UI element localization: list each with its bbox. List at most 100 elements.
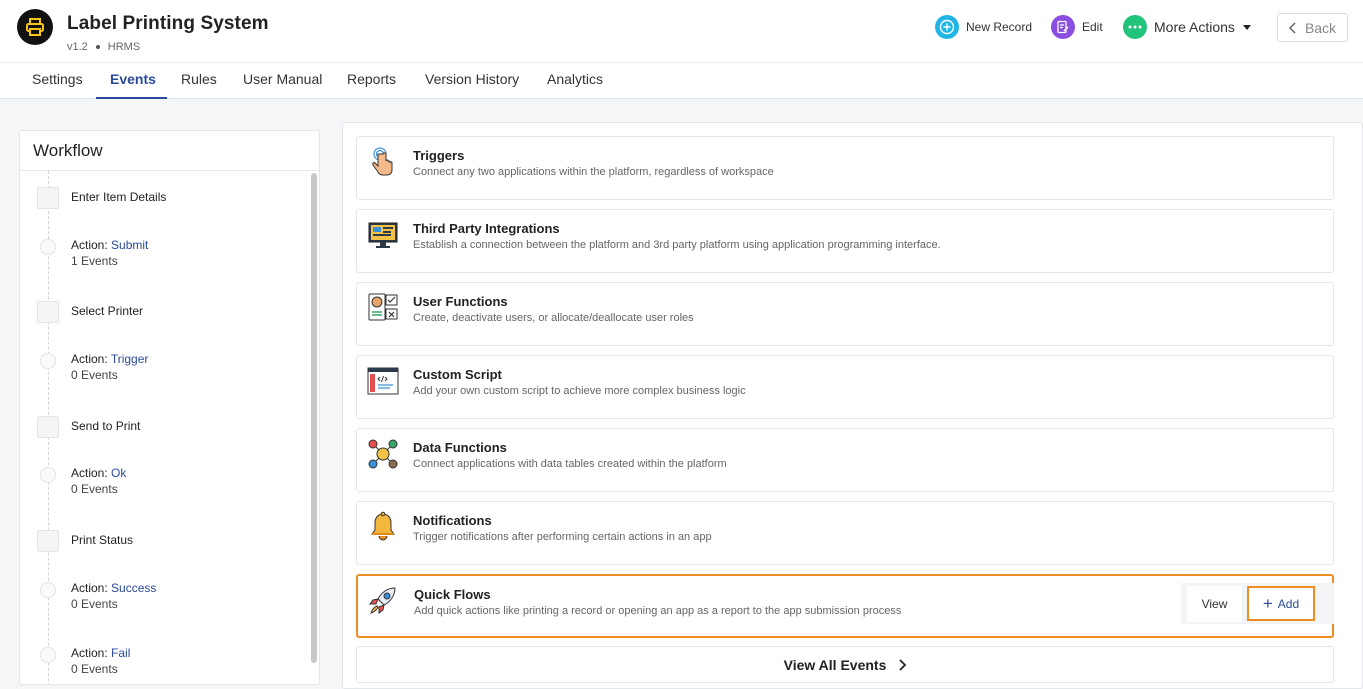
- monitor-api-icon: [368, 222, 398, 248]
- action-marker-icon: [40, 467, 56, 483]
- plus-icon: +: [1262, 594, 1273, 613]
- event-title: Data Functions: [413, 440, 507, 455]
- event-card-notifications[interactable]: Notifications Trigger notifications afte…: [356, 501, 1334, 565]
- workflow-steps: Enter Item Details Action: Submit 1 Even…: [20, 171, 319, 684]
- view-all-events-button[interactable]: View All Events: [356, 646, 1334, 683]
- tab-settings[interactable]: Settings: [18, 63, 97, 99]
- workflow-title: Workflow: [20, 131, 319, 171]
- action-prefix: Action:: [71, 352, 108, 366]
- step-marker-icon: [37, 301, 59, 323]
- action-link[interactable]: Success: [111, 581, 156, 595]
- step-name[interactable]: Enter Item Details: [71, 190, 166, 204]
- action-marker-icon: [40, 647, 56, 663]
- action-link[interactable]: Trigger: [111, 352, 149, 366]
- step-name[interactable]: Send to Print: [71, 419, 140, 433]
- event-title: Custom Script: [413, 367, 502, 382]
- back-label: Back: [1304, 19, 1337, 36]
- event-description: Connect any two applications within the …: [413, 166, 774, 178]
- ellipsis-icon: [1123, 15, 1147, 39]
- tab-user-manual[interactable]: User Manual: [229, 63, 336, 99]
- bell-icon: [371, 511, 395, 541]
- module-label: HRMS: [107, 41, 141, 53]
- step-name[interactable]: Print Status: [71, 533, 133, 547]
- event-title: User Functions: [413, 294, 508, 309]
- action-prefix: Action:: [71, 466, 108, 480]
- event-card-user-functions[interactable]: User Functions Create, deactivate users,…: [356, 282, 1334, 346]
- more-actions-dropdown[interactable]: More Actions: [1123, 15, 1251, 39]
- new-record-button[interactable]: New Record: [935, 15, 1032, 39]
- user-roles-icon: [368, 293, 398, 321]
- action-marker-icon: [40, 582, 56, 598]
- data-network-icon: [368, 439, 398, 469]
- pointer-hand-icon: [372, 147, 393, 176]
- event-card-custom-script[interactable]: Custom Script Add your own custom script…: [356, 355, 1334, 419]
- step-marker-icon: [37, 187, 59, 209]
- events-panel: Triggers Connect any two applications wi…: [342, 122, 1363, 689]
- event-description: Trigger notifications after performing c…: [413, 531, 712, 543]
- view-all-label: View All Events: [783, 656, 887, 673]
- event-title: Quick Flows: [414, 587, 491, 602]
- step-marker-icon: [37, 530, 59, 552]
- tab-bar: Settings Events Rules User Manual Report…: [0, 62, 1363, 99]
- step-action[interactable]: Action: Ok 0 Events: [71, 465, 126, 497]
- chevron-left-icon: [1288, 21, 1296, 34]
- version-label: v1.2: [67, 41, 88, 53]
- event-title: Triggers: [413, 148, 465, 163]
- event-card-third-party-integrations[interactable]: Third Party Integrations Establish a con…: [356, 209, 1334, 273]
- action-prefix: Action:: [71, 238, 108, 252]
- event-card-quick-flows[interactable]: Quick Flows Add quick actions like print…: [356, 574, 1334, 638]
- event-count: 0 Events: [71, 597, 118, 611]
- tab-events[interactable]: Events: [96, 63, 167, 99]
- new-record-label: New Record: [966, 20, 1033, 34]
- chevron-right-icon: [899, 658, 907, 671]
- action-marker-icon: [40, 353, 56, 369]
- step-action[interactable]: Action: Fail 0 Events: [71, 645, 130, 677]
- edit-document-icon: [1051, 15, 1075, 39]
- app-version-info: v1.2 HRMS: [67, 41, 140, 53]
- step-action[interactable]: Action: Submit 1 Events: [71, 237, 148, 269]
- action-link[interactable]: Submit: [111, 238, 148, 252]
- event-count: 1 Events: [71, 254, 118, 268]
- action-link[interactable]: Ok: [111, 466, 126, 480]
- add-label: Add: [1277, 596, 1300, 611]
- rocket-icon: [369, 587, 396, 614]
- event-description: Establish a connection between the platf…: [413, 239, 941, 251]
- step-name[interactable]: Select Printer: [71, 304, 143, 318]
- edit-button[interactable]: Edit: [1051, 15, 1103, 39]
- back-button[interactable]: Back: [1277, 13, 1348, 42]
- event-description: Connect applications with data tables cr…: [413, 458, 727, 470]
- event-description: Add your own custom script to achieve mo…: [413, 385, 746, 397]
- separator-dot-icon: [95, 45, 100, 49]
- step-action[interactable]: Action: Trigger 0 Events: [71, 351, 148, 383]
- caret-down-icon: [1242, 24, 1251, 30]
- step-action[interactable]: Action: Success 0 Events: [71, 580, 156, 612]
- event-title: Notifications: [413, 513, 492, 528]
- quick-flows-actions: View + Add: [1181, 583, 1334, 624]
- tab-reports[interactable]: Reports: [333, 63, 410, 99]
- action-marker-icon: [40, 239, 56, 255]
- event-count: 0 Events: [71, 662, 118, 676]
- action-link[interactable]: Fail: [111, 646, 130, 660]
- event-title: Third Party Integrations: [413, 221, 560, 236]
- view-button[interactable]: View: [1187, 586, 1242, 622]
- tab-rules[interactable]: Rules: [167, 63, 231, 99]
- edit-label: Edit: [1082, 20, 1103, 34]
- step-marker-icon: [37, 416, 59, 438]
- event-card-triggers[interactable]: Triggers Connect any two applications wi…: [356, 136, 1334, 200]
- event-description: Create, deactivate users, or allocate/de…: [413, 312, 694, 324]
- workflow-scrollbar[interactable]: [311, 173, 317, 663]
- app-header: Label Printing System v1.2 HRMS New Reco…: [0, 0, 1363, 62]
- event-count: 0 Events: [71, 482, 118, 496]
- event-description: Add quick actions like printing a record…: [414, 605, 902, 617]
- tab-analytics[interactable]: Analytics: [533, 63, 617, 99]
- action-prefix: Action:: [71, 646, 108, 660]
- workflow-panel: Workflow Enter Item Details Action: Subm…: [19, 130, 320, 685]
- add-button[interactable]: + Add: [1247, 586, 1315, 621]
- page-title: Label Printing System: [67, 13, 269, 34]
- plus-circle-icon: [935, 15, 959, 39]
- event-count: 0 Events: [71, 368, 118, 382]
- more-actions-label: More Actions: [1154, 19, 1235, 35]
- tab-version-history[interactable]: Version History: [411, 63, 533, 99]
- event-card-data-functions[interactable]: Data Functions Connect applications with…: [356, 428, 1334, 492]
- code-window-icon: [367, 367, 399, 395]
